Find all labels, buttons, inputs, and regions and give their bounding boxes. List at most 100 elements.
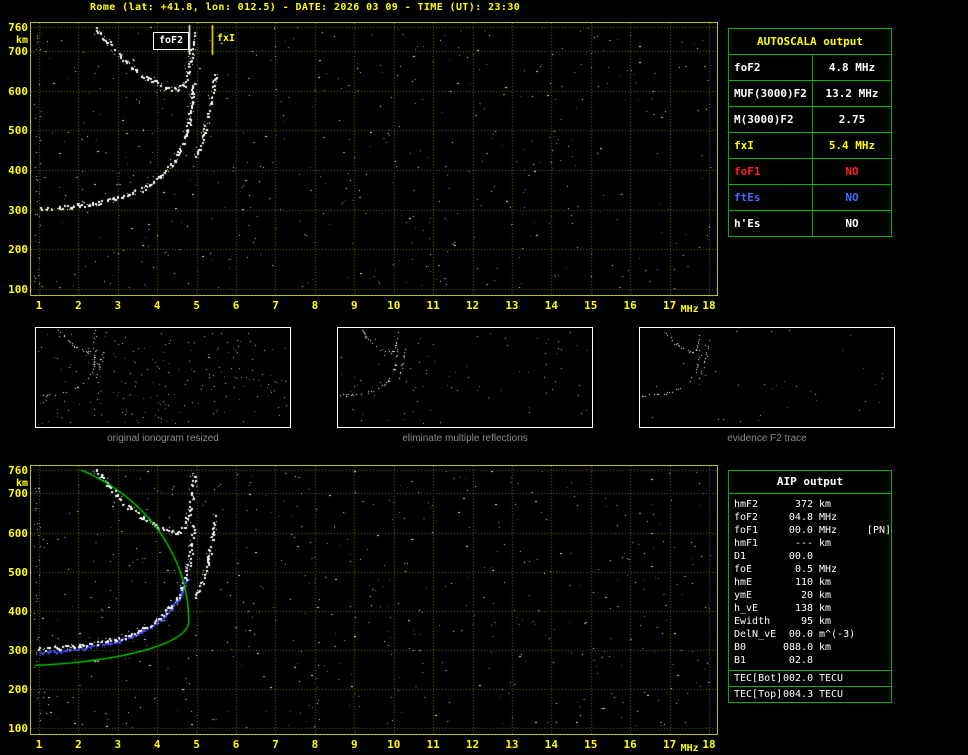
y-axis-tick-label: 500 bbox=[1, 125, 28, 136]
y-axis-tick-label: 200 bbox=[1, 684, 28, 695]
aip-param-value: 20 bbox=[783, 589, 813, 602]
aip-param-unit: km bbox=[813, 576, 865, 589]
aip-param-name: foF1 bbox=[729, 524, 783, 537]
aip-row: hmF1---km bbox=[729, 537, 891, 550]
aip-param-value: 00.0 bbox=[783, 550, 813, 563]
y-axis-tick-label: 760 bbox=[1, 465, 28, 476]
aip-param-value: 02.8 bbox=[783, 654, 813, 667]
x-axis-tick-label: 15 bbox=[580, 300, 602, 311]
x-axis-tick-label: 14 bbox=[540, 739, 562, 750]
y-axis-tick-label: 100 bbox=[1, 723, 28, 734]
x-axis-unit-label: MHz bbox=[681, 304, 699, 315]
y-axis-unit-label: km bbox=[1, 478, 28, 489]
x-axis-tick-label: 11 bbox=[422, 300, 444, 311]
aip-param-value: 00.0 bbox=[783, 628, 813, 641]
aip-param-unit: km bbox=[813, 641, 865, 654]
y-axis-tick-label: 700 bbox=[1, 46, 28, 57]
aip-row: h_vE138km bbox=[729, 602, 891, 615]
y-axis-unit-label: km bbox=[1, 35, 28, 46]
thumbnail-caption: original ionogram resized bbox=[35, 433, 291, 444]
aip-row: ymE20km bbox=[729, 589, 891, 602]
aip-ionogram-canvas bbox=[31, 466, 717, 734]
thumbnail-caption: eliminate multiple reflections bbox=[337, 433, 593, 444]
x-axis-tick-label: 16 bbox=[619, 300, 641, 311]
x-axis-tick-label: 9 bbox=[343, 739, 365, 750]
y-axis-tick-label: 600 bbox=[1, 528, 28, 539]
x-axis-tick-label: 3 bbox=[107, 300, 129, 311]
aip-param-name: Ewidth bbox=[729, 615, 783, 628]
y-axis-tick-label: 300 bbox=[1, 205, 28, 216]
y-axis-tick-label: 100 bbox=[1, 284, 28, 295]
aip-param-unit: TECU bbox=[813, 687, 865, 702]
thumbnail-original-ionogram bbox=[35, 327, 291, 428]
aip-tec-list: TEC[Bot]002.0TECUTEC[Top]004.3TECU bbox=[729, 670, 891, 702]
x-axis-tick-label: 7 bbox=[264, 300, 286, 311]
y-axis-tick-label: 600 bbox=[1, 86, 28, 97]
aip-param-name: DelN_vE bbox=[729, 628, 783, 641]
aip-row: Ewidth95km bbox=[729, 615, 891, 628]
aip-row: foE0.5MHz bbox=[729, 563, 891, 576]
aip-param-value: 004.3 bbox=[783, 687, 813, 702]
parameter-label: M(3000)F2 bbox=[729, 107, 813, 132]
aip-ionogram-plot: 760700600500400300200100km12345678910111… bbox=[30, 465, 718, 735]
x-axis-tick-label: 5 bbox=[186, 739, 208, 750]
aip-param-unit: km bbox=[813, 615, 865, 628]
aip-param-value: 0.5 bbox=[783, 563, 813, 576]
parameter-value: NO bbox=[813, 159, 891, 184]
aip-param-name: TEC[Top] bbox=[729, 687, 783, 702]
x-axis-tick-label: 11 bbox=[422, 739, 444, 750]
x-axis-tick-label: 12 bbox=[462, 739, 484, 750]
table-row: foF2 4.8 MHz bbox=[729, 55, 891, 81]
aip-param-name: B0 bbox=[729, 641, 783, 654]
aip-param-value: 110 bbox=[783, 576, 813, 589]
thumbnail-f2-trace bbox=[639, 327, 895, 428]
x-axis-tick-label: 4 bbox=[146, 300, 168, 311]
x-axis-tick-label: 13 bbox=[501, 300, 523, 311]
x-axis-tick-label: 10 bbox=[383, 739, 405, 750]
fxI-marker-label: fxI bbox=[217, 33, 235, 44]
x-axis-tick-label: 2 bbox=[67, 739, 89, 750]
aip-param-name: B1 bbox=[729, 654, 783, 667]
parameter-label: ftEs bbox=[729, 185, 813, 210]
x-axis-tick-label: 1 bbox=[28, 300, 50, 311]
aip-param-name: h_vE bbox=[729, 602, 783, 615]
x-axis-tick-label: 3 bbox=[107, 739, 129, 750]
x-axis-tick-label: 6 bbox=[225, 300, 247, 311]
aip-param-unit: km bbox=[813, 602, 865, 615]
foF2-marker-label: foF2 bbox=[153, 32, 189, 50]
x-axis-tick-label: 17 bbox=[659, 300, 681, 311]
aip-row: B0088.0km bbox=[729, 641, 891, 654]
aip-output-panel: AIP output hmF2372kmfoF204.8MHzfoF100.0M… bbox=[728, 470, 892, 703]
aip-param-name: hmF1 bbox=[729, 537, 783, 550]
aip-tec-row: TEC[Top]004.3TECU bbox=[729, 686, 891, 702]
aip-param-value: --- bbox=[783, 537, 813, 550]
aip-param-value: 372 bbox=[783, 498, 813, 511]
aip-param-value: 95 bbox=[783, 615, 813, 628]
x-axis-tick-label: 16 bbox=[619, 739, 641, 750]
x-axis-tick-label: 9 bbox=[343, 300, 365, 311]
x-axis-tick-label: 7 bbox=[264, 739, 286, 750]
parameter-value: NO bbox=[813, 185, 891, 210]
aip-row: B102.8 bbox=[729, 654, 891, 667]
aip-param-value: 04.8 bbox=[783, 511, 813, 524]
parameter-value: NO bbox=[813, 211, 891, 236]
autoscala-application-window: Rome (lat: +41.8, lon: 012.5) - DATE: 20… bbox=[0, 0, 968, 755]
table-row: MUF(3000)F2 13.2 MHz bbox=[729, 81, 891, 107]
aip-param-unit: MHz bbox=[813, 563, 865, 576]
thumbnail-original-canvas bbox=[36, 328, 290, 427]
thumbnail-no-multiples-canvas bbox=[338, 328, 592, 427]
aip-row: foF204.8MHz bbox=[729, 511, 891, 524]
y-axis-tick-label: 200 bbox=[1, 244, 28, 255]
aip-param-value: 002.0 bbox=[783, 671, 813, 686]
x-axis-tick-label: 6 bbox=[225, 739, 247, 750]
x-axis-tick-label: 5 bbox=[186, 300, 208, 311]
aip-param-unit: km bbox=[813, 589, 865, 602]
aip-param-name: hmE bbox=[729, 576, 783, 589]
x-axis-tick-label: 12 bbox=[462, 300, 484, 311]
x-axis-tick-label: 4 bbox=[146, 739, 168, 750]
aip-param-name: TEC[Bot] bbox=[729, 671, 783, 686]
x-axis-tick-label: 14 bbox=[540, 300, 562, 311]
parameter-label: foF1 bbox=[729, 159, 813, 184]
autoscala-output-panel: AUTOSCALA output foF2 4.8 MHz MUF(3000)F… bbox=[728, 28, 892, 237]
y-axis-tick-label: 760 bbox=[1, 22, 28, 33]
